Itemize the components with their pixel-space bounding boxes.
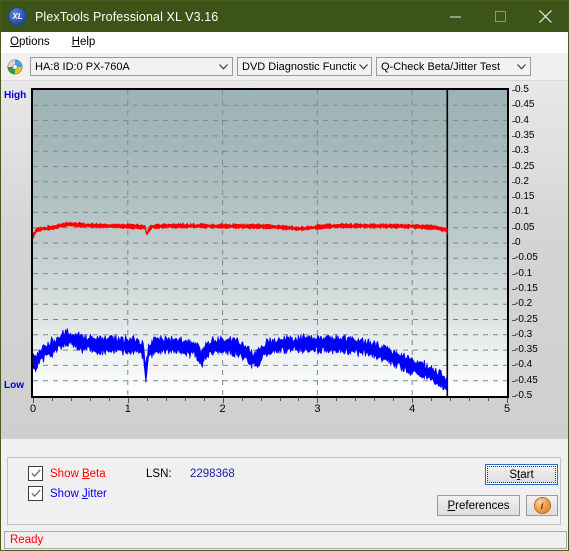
x-axis-tick	[146, 398, 148, 401]
x-axis-tick	[298, 398, 300, 401]
axis-label-high: High	[4, 90, 27, 101]
menu-item-options[interactable]: Options	[8, 35, 52, 49]
y-axis-tick-label: -0.5	[515, 390, 533, 401]
y-axis-tick-label: -0.1	[515, 267, 533, 279]
y-axis-tick-label: -0.15	[515, 282, 538, 294]
preferences-button[interactable]: Preferences	[437, 495, 520, 516]
y-axis-tick-label: 0.25	[515, 160, 535, 172]
y-axis-tick-label: -0.3	[515, 328, 533, 340]
y-axis-tick-label: -0.4	[515, 359, 533, 371]
x-axis-tick	[260, 398, 262, 401]
minimize-icon[interactable]	[433, 1, 478, 32]
lsn-label: LSN:	[146, 468, 172, 480]
x-axis-tick	[241, 398, 243, 401]
close-icon[interactable]	[523, 1, 568, 32]
info-button[interactable]: i	[526, 495, 558, 516]
focus-ring	[487, 466, 556, 483]
plextools-window: XL PlexTools Professional XL V3.16 Optio…	[0, 0, 569, 551]
y-axis-tick-label: 0	[515, 237, 521, 248]
function-select[interactable]: DVD Diagnostic Functions	[237, 57, 372, 76]
chevron-down-icon	[356, 63, 371, 70]
show-jitter-checkbox[interactable]	[28, 486, 43, 501]
x-axis-tick	[184, 398, 186, 401]
axis-label-low: Low	[4, 380, 24, 391]
x-axis-tick-label: 5	[503, 403, 511, 415]
options-groupbox: Show Beta Show Jitter LSN: 2298368 Start…	[7, 457, 561, 525]
show-beta-checkbox-row[interactable]: Show Beta	[28, 466, 106, 481]
x-axis-tick	[488, 398, 489, 401]
disc-icon	[7, 59, 23, 74]
drive-select[interactable]: HA:8 ID:0 PX-760A	[30, 57, 233, 76]
x-axis-tick	[355, 398, 357, 401]
test-select-value: Q-Check Beta/Jitter Test	[381, 60, 501, 73]
x-axis-tick	[393, 398, 395, 401]
statusbar: Ready	[4, 531, 567, 549]
x-axis-tick	[336, 398, 338, 401]
lsn-value: 2298368	[190, 468, 235, 480]
x-axis-tick	[431, 398, 433, 401]
function-select-value: DVD Diagnostic Functions	[242, 60, 356, 73]
beta-jitter-plot	[31, 88, 509, 398]
y-axis-tick-label: 0.1	[515, 206, 529, 218]
x-axis-tick	[203, 398, 205, 401]
titlebar: XL PlexTools Professional XL V3.16	[1, 1, 568, 32]
chevron-down-icon	[513, 63, 530, 70]
menubar: Options Help	[1, 32, 568, 53]
x-axis-tick	[52, 398, 53, 401]
y-axis-tick-label: -0.25	[515, 313, 538, 325]
y-axis-tick-label: 0.3	[515, 145, 529, 157]
y-axis-tick-label: 0.4	[515, 114, 529, 126]
y-axis-tick-label: 0.15	[515, 191, 535, 203]
x-axis-tick-label: 3	[314, 403, 321, 415]
y-axis-tick-label: -0.45	[515, 374, 538, 386]
y-axis-tick-label: 0.05	[515, 221, 535, 233]
show-beta-checkbox[interactable]	[28, 466, 43, 481]
y-axis-tick-label: 0.2	[515, 175, 529, 187]
app-logo-icon: XL	[9, 8, 26, 25]
x-axis-tick	[165, 398, 167, 401]
y-axis-tick-label: -0.35	[515, 344, 538, 356]
x-axis-labels: 0 1 2 3 4 5	[1, 398, 568, 421]
start-button[interactable]: Start	[485, 464, 558, 485]
test-select[interactable]: Q-Check Beta/Jitter Test	[376, 57, 531, 76]
x-axis-tick	[108, 398, 110, 401]
x-axis-tick-label: 2	[219, 403, 226, 415]
window-title: PlexTools Professional XL V3.16	[35, 9, 219, 24]
x-axis-tick	[374, 398, 376, 401]
status-text: Ready	[10, 534, 44, 546]
x-axis-tick	[70, 398, 72, 401]
maximize-icon[interactable]	[478, 1, 523, 32]
window-controls	[433, 1, 568, 32]
show-jitter-checkbox-row[interactable]: Show Jitter	[28, 486, 107, 501]
x-axis-tick-label: 0	[29, 403, 37, 415]
x-axis-tick	[469, 398, 471, 401]
plot-traces	[33, 221, 448, 391]
y-axis-tick-label: 0.45	[515, 99, 535, 111]
toolbar: HA:8 ID:0 PX-760A DVD Diagnostic Functio…	[1, 53, 568, 80]
menu-item-help[interactable]: Help	[70, 35, 98, 49]
x-axis-tick-label: 4	[409, 403, 416, 415]
y-axis-tick-label: -0.05	[515, 252, 538, 264]
y-axis-tick-label: -0.2	[515, 298, 533, 310]
show-beta-label: Show Beta	[50, 467, 106, 480]
y-axis-tick-label: 0.35	[515, 129, 535, 141]
x-axis-tick	[279, 398, 281, 401]
x-axis-tick-label: 1	[124, 403, 131, 415]
y-axis-labels: 0.5 0.45 0.4 0.35 0.3 0.25 0.2 0.15 0.1 0.05 0 -0.0…	[512, 81, 552, 405]
info-icon: i	[534, 498, 550, 513]
drive-select-value: HA:8 ID:0 PX-760A	[35, 60, 130, 73]
x-axis-tick	[450, 398, 452, 401]
x-axis-tick	[89, 398, 91, 401]
chevron-down-icon	[215, 63, 232, 70]
y-axis-tick-label: 0.5	[515, 84, 529, 95]
preferences-button-label: Preferences	[447, 499, 510, 512]
show-jitter-label: Show Jitter	[50, 487, 107, 500]
chart-panel: High Low 0.5 0.45 0.4 0.35 0.3 0.25 0.2 0.15 0.1…	[1, 80, 568, 439]
